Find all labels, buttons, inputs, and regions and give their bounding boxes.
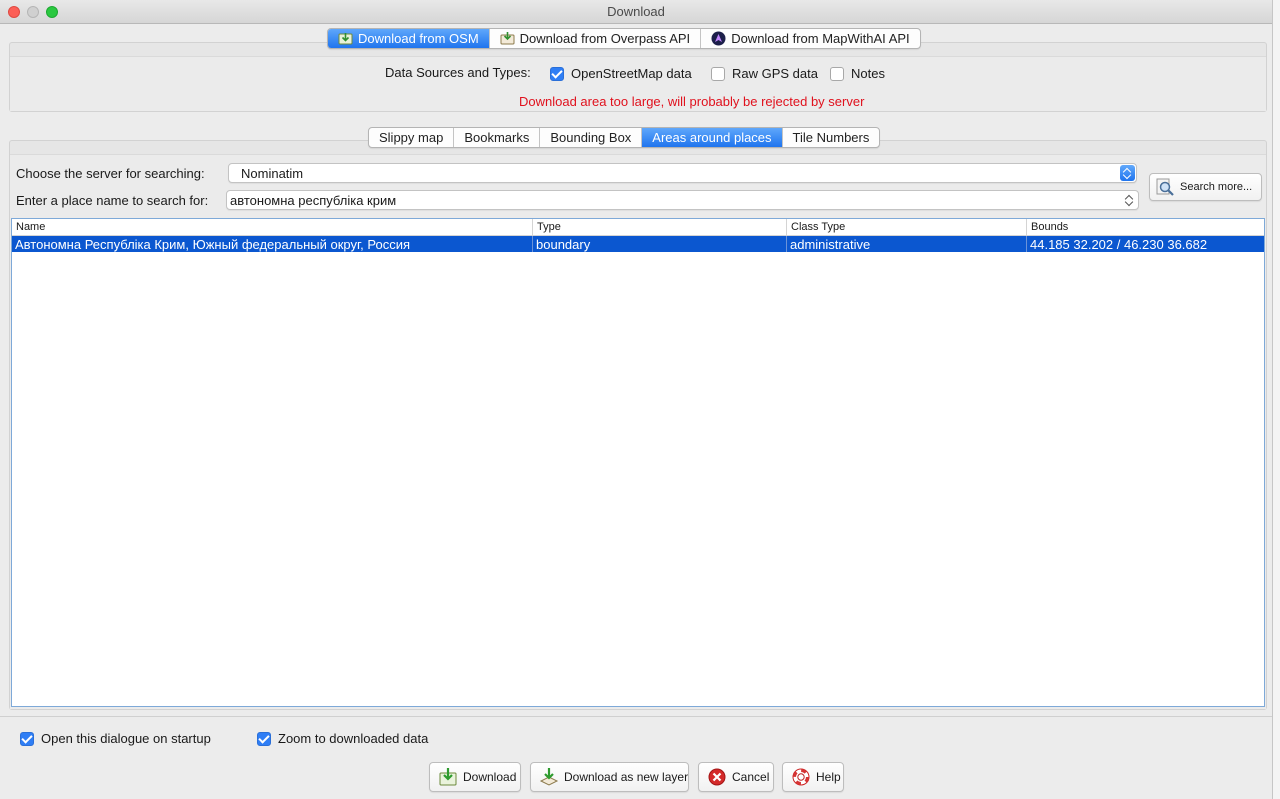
checkbox-label: Open this dialogue on startup [41, 731, 211, 746]
title-bar: Download [0, 0, 1280, 24]
column-header-class-type[interactable]: Class Type [787, 219, 1027, 236]
tab-bookmarks[interactable]: Bookmarks [454, 128, 541, 147]
place-search-input[interactable]: автономна республіка крим [226, 190, 1139, 210]
checkbox-unchecked[interactable] [830, 66, 844, 81]
tab-slippy-map[interactable]: Slippy map [369, 128, 455, 147]
column-header-type[interactable]: Type [533, 219, 787, 236]
search-more-label: Search more... [1180, 181, 1253, 193]
server-label: Choose the server for searching: [16, 166, 205, 181]
chevron-updown-icon [1120, 165, 1135, 181]
mapwithai-icon [711, 31, 726, 46]
open-on-startup-checkbox[interactable]: Open this dialogue on startup [20, 731, 211, 746]
checkbox-checked[interactable] [257, 731, 271, 746]
cell-bounds: 44.185 32.202 / 46.230 36.682 [1030, 236, 1208, 252]
source-tab-bar: Download from OSM Download from Overpass… [327, 28, 921, 49]
background-window-edge [1272, 0, 1280, 799]
area-tab-bar: Slippy map Bookmarks Bounding Box Areas … [368, 127, 881, 148]
area-too-large-warning: Download area too large, will probably b… [519, 94, 865, 109]
divider [0, 716, 1272, 717]
table-row[interactable]: Автономна Республіка Крим, Южный федерал… [12, 236, 1264, 252]
chevron-updown-icon [1122, 192, 1137, 208]
server-select[interactable]: Nominatim [228, 163, 1137, 183]
download-as-new-layer-button[interactable]: Download as new layer [530, 762, 689, 792]
help-label: Help [816, 770, 841, 784]
checkbox-checked[interactable] [550, 66, 564, 81]
tab-label: Download from Overpass API [519, 31, 691, 46]
server-select-value: Nominatim [241, 165, 304, 181]
osm-data-checkbox[interactable]: OpenStreetMap data [550, 66, 692, 81]
cell-type: boundary [533, 236, 787, 252]
cancel-label: Cancel [732, 770, 770, 784]
cancel-icon [707, 767, 727, 787]
tab-download-from-overpass[interactable]: Download from Overpass API [490, 29, 702, 48]
help-button[interactable]: Help [782, 762, 844, 792]
cancel-button[interactable]: Cancel [698, 762, 774, 792]
results-table[interactable]: Name Type Class Type Bounds Автономна Ре… [11, 218, 1265, 707]
data-sources-label: Data Sources and Types: [385, 65, 531, 80]
raw-gps-checkbox[interactable]: Raw GPS data [711, 66, 818, 81]
tab-download-from-osm[interactable]: Download from OSM [328, 29, 490, 48]
download-icon [438, 767, 458, 787]
osm-download-icon [338, 31, 353, 46]
checkbox-unchecked[interactable] [711, 66, 725, 81]
checkbox-label: Notes [851, 66, 885, 81]
search-more-button[interactable]: Search more... [1149, 173, 1262, 201]
zoom-to-data-checkbox[interactable]: Zoom to downloaded data [257, 731, 428, 746]
tab-label: Download from OSM [358, 31, 479, 46]
checkbox-label: Zoom to downloaded data [278, 731, 429, 746]
tab-label: Download from MapWithAI API [731, 31, 910, 46]
download-button[interactable]: Download [429, 762, 521, 792]
lifebuoy-help-icon [791, 767, 811, 787]
overpass-icon [500, 31, 515, 46]
place-search-value: автономна республіка крим [230, 192, 397, 208]
column-header-name[interactable]: Name [12, 219, 533, 236]
download-label: Download [463, 770, 517, 784]
checkbox-label: Raw GPS data [732, 66, 818, 81]
cell-name: Автономна Республіка Крим, Южный федерал… [12, 236, 533, 252]
tab-download-from-mapwithai[interactable]: Download from MapWithAI API [701, 29, 919, 48]
cell-class-type: administrative [787, 236, 1027, 252]
tab-bounding-box[interactable]: Bounding Box [540, 128, 643, 147]
place-label: Enter a place name to search for: [16, 193, 209, 208]
tab-areas-around-places[interactable]: Areas around places [642, 128, 783, 147]
tab-tile-numbers[interactable]: Tile Numbers [783, 128, 880, 147]
download-new-layer-icon [539, 767, 559, 787]
column-header-bounds[interactable]: Bounds [1027, 219, 1264, 236]
notes-checkbox[interactable]: Notes [830, 66, 885, 81]
checkbox-label: OpenStreetMap data [571, 66, 692, 81]
table-header: Name Type Class Type Bounds [12, 219, 1264, 236]
search-icon [1155, 177, 1175, 197]
window-title: Download [607, 4, 665, 19]
checkbox-checked[interactable] [20, 731, 34, 746]
download-new-layer-label: Download as new layer [564, 770, 689, 784]
